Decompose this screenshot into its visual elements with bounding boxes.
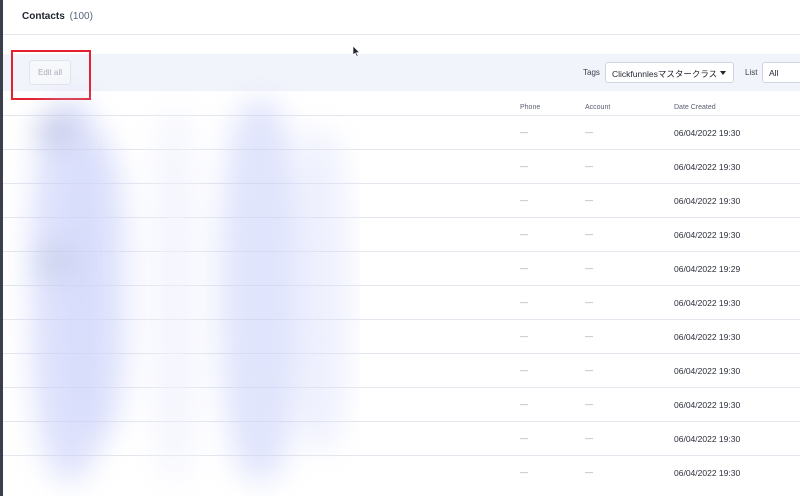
phone-cell: —: [520, 128, 528, 137]
phone-cell: —: [520, 298, 528, 307]
account-cell: —: [585, 162, 593, 171]
date-created-cell: 06/04/2022 19:30: [674, 162, 741, 172]
account-cell: —: [585, 468, 593, 477]
column-header-date-created[interactable]: Date Created: [674, 104, 716, 111]
date-created-cell: 06/04/2022 19:30: [674, 468, 741, 478]
table-row[interactable]: — — 06/04/2022 19:30: [3, 455, 800, 489]
table-row[interactable]: — — 06/04/2022 19:30: [3, 217, 800, 251]
date-created-cell: 06/04/2022 19:30: [674, 230, 741, 240]
table-row[interactable]: — — 06/04/2022 19:29: [3, 251, 800, 285]
tags-dropdown-value: Clickfunnlesマスタークラス: [612, 69, 718, 79]
account-cell: —: [585, 264, 593, 273]
date-created-cell: 06/04/2022 19:30: [674, 332, 741, 342]
table-row[interactable]: — — 06/04/2022 19:30: [3, 183, 800, 217]
page-title-text: Contacts: [22, 11, 65, 22]
annotation-highlight-box: [11, 50, 91, 100]
column-header-phone[interactable]: Phone: [520, 104, 540, 111]
contacts-count: (100): [69, 11, 93, 22]
account-cell: —: [585, 400, 593, 409]
table-row[interactable]: — — 06/04/2022 19:30: [3, 115, 800, 149]
contacts-table-body: — — 06/04/2022 19:30 — — 06/04/2022 19:30 — — 06…: [3, 115, 800, 489]
phone-cell: —: [520, 400, 528, 409]
account-cell: —: [585, 434, 593, 443]
tags-dropdown[interactable]: Clickfunnlesマスタークラス: [605, 62, 734, 83]
account-cell: —: [585, 332, 593, 341]
account-cell: —: [585, 230, 593, 239]
date-created-cell: 06/04/2022 19:30: [674, 400, 741, 410]
date-created-cell: 06/04/2022 19:29: [674, 264, 741, 274]
table-row[interactable]: — — 06/04/2022 19:30: [3, 319, 800, 353]
phone-cell: —: [520, 230, 528, 239]
table-row[interactable]: — — 06/04/2022 19:30: [3, 353, 800, 387]
page-header: Contacts (100): [3, 0, 800, 35]
table-row[interactable]: — — 06/04/2022 19:30: [3, 421, 800, 455]
account-cell: —: [585, 298, 593, 307]
list-dropdown-value: All: [769, 68, 779, 78]
column-header-account[interactable]: Account: [585, 104, 610, 111]
list-label: List: [745, 68, 758, 77]
page-title: Contacts (100): [22, 11, 93, 22]
chevron-down-icon: [720, 71, 726, 75]
list-dropdown[interactable]: All: [762, 62, 800, 83]
date-created-cell: 06/04/2022 19:30: [674, 434, 741, 444]
phone-cell: —: [520, 332, 528, 341]
account-cell: —: [585, 196, 593, 205]
phone-cell: —: [520, 162, 528, 171]
phone-cell: —: [520, 468, 528, 477]
account-cell: —: [585, 366, 593, 375]
phone-cell: —: [520, 434, 528, 443]
phone-cell: —: [520, 366, 528, 375]
tags-label: Tags: [583, 68, 600, 77]
table-row[interactable]: — — 06/04/2022 19:30: [3, 149, 800, 183]
phone-cell: —: [520, 264, 528, 273]
phone-cell: —: [520, 196, 528, 205]
table-row[interactable]: — — 06/04/2022 19:30: [3, 387, 800, 421]
date-created-cell: 06/04/2022 19:30: [674, 298, 741, 308]
date-created-cell: 06/04/2022 19:30: [674, 366, 741, 376]
date-created-cell: 06/04/2022 19:30: [674, 128, 741, 138]
date-created-cell: 06/04/2022 19:30: [674, 196, 741, 206]
table-row[interactable]: — — 06/04/2022 19:30: [3, 285, 800, 319]
mouse-cursor-icon: [353, 46, 361, 57]
account-cell: —: [585, 128, 593, 137]
